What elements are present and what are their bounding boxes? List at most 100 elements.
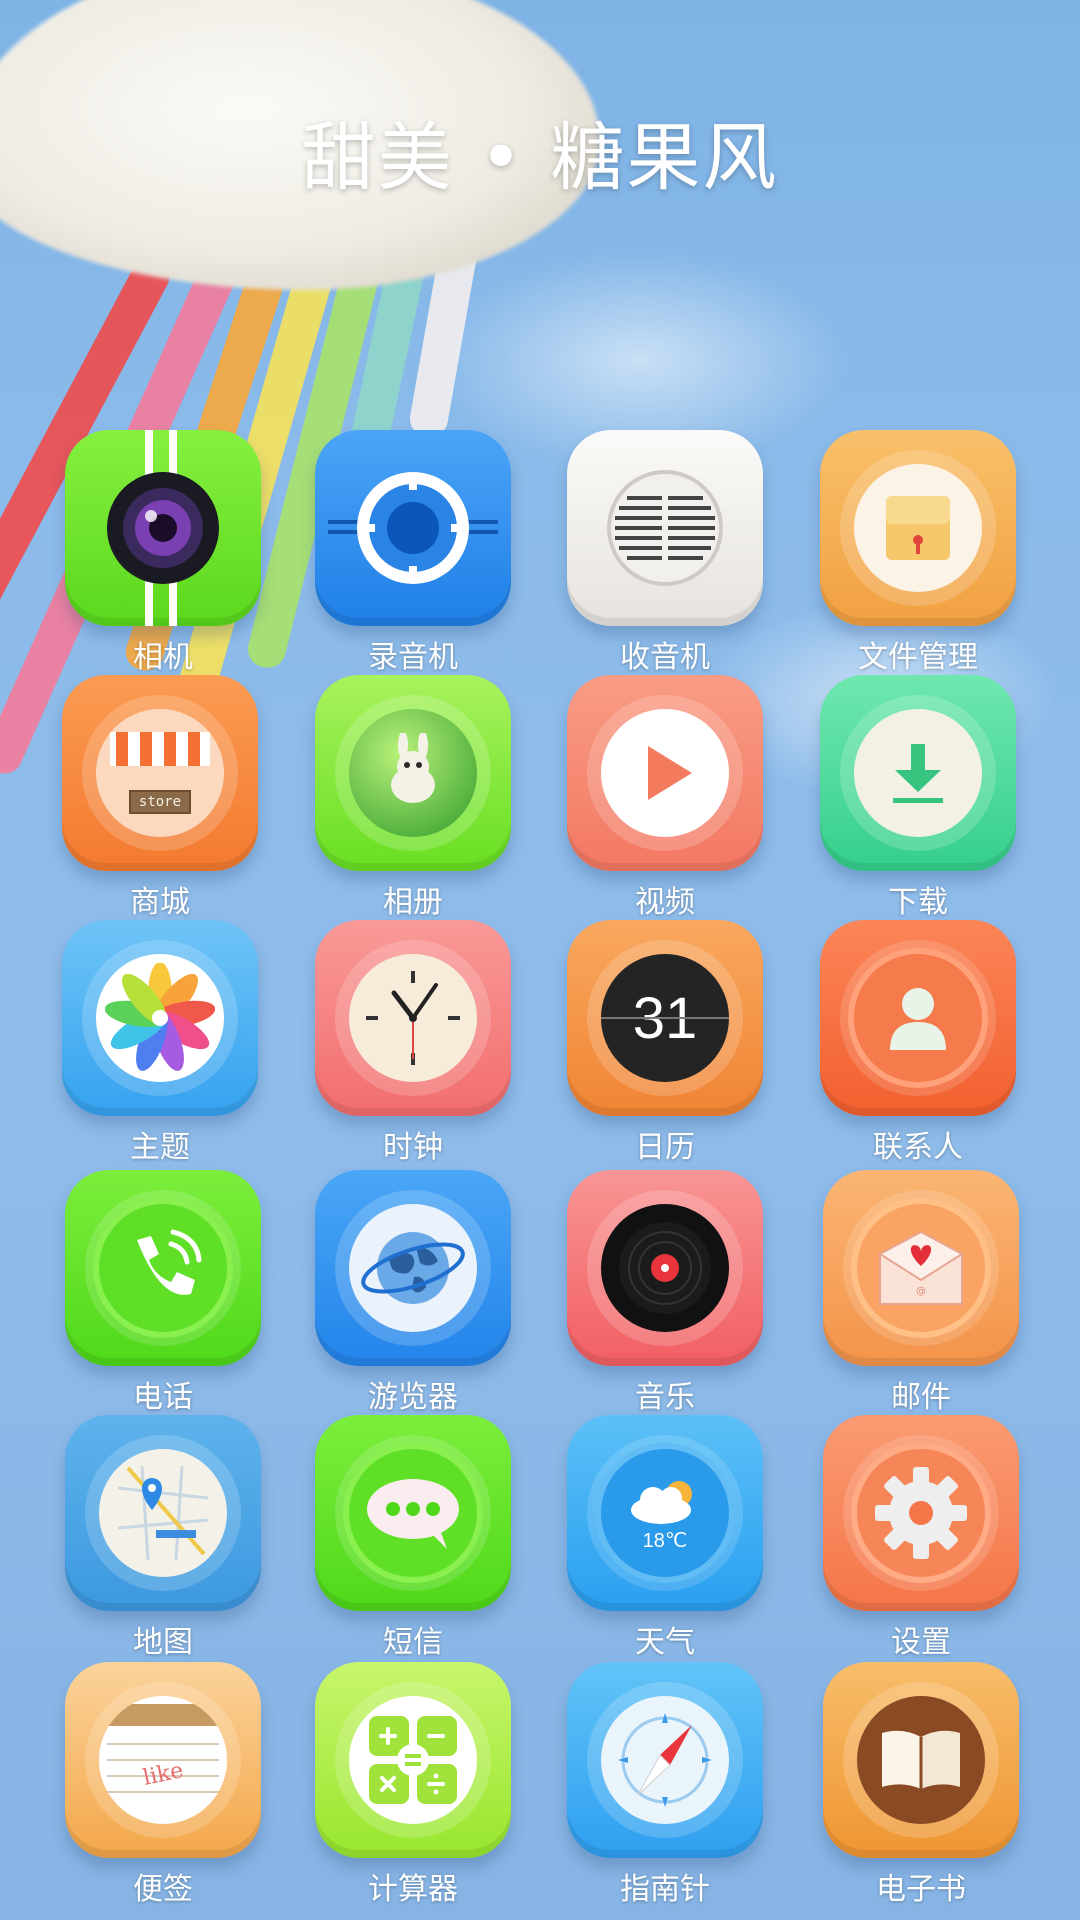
app-tile[interactable]: 31 (567, 920, 763, 1116)
app-video[interactable]: 视频 (550, 675, 780, 925)
app-tile[interactable] (820, 675, 1016, 871)
mail-icon: @ (857, 1204, 985, 1332)
app-tile[interactable] (820, 920, 1016, 1116)
theme-flower-icon (96, 954, 224, 1082)
app-ebook[interactable]: 电子书 (806, 1662, 1036, 1912)
app-label: 录音机 (368, 640, 458, 675)
app-tile[interactable] (315, 430, 511, 626)
app-tile[interactable] (315, 1415, 511, 1611)
app-label: 邮件 (891, 1380, 951, 1415)
ebook-icon (857, 1696, 985, 1824)
gear-icon (857, 1449, 985, 1577)
music-record-icon (601, 1204, 729, 1332)
camera-icon (103, 468, 223, 588)
app-phone[interactable]: 电话 (48, 1170, 278, 1420)
map-icon (99, 1449, 227, 1577)
app-tile[interactable] (65, 1170, 261, 1366)
app-tile[interactable] (65, 1415, 261, 1611)
app-label: 联系人 (873, 1130, 963, 1165)
app-browser[interactable]: 游览器 (298, 1170, 528, 1420)
app-tile[interactable] (567, 1662, 763, 1858)
app-tile[interactable] (315, 920, 511, 1116)
calculator-icon (349, 1696, 477, 1824)
app-clock[interactable]: 时钟 (298, 920, 528, 1170)
app-file-manager[interactable]: 文件管理 (803, 430, 1033, 680)
app-tile[interactable]: @ (823, 1170, 1019, 1366)
app-tile[interactable] (820, 430, 1016, 626)
app-label: 游览器 (368, 1380, 458, 1415)
compass-icon (601, 1696, 729, 1824)
contact-icon (854, 954, 982, 1082)
app-tile[interactable] (315, 1662, 511, 1858)
app-label: 收音机 (620, 640, 710, 675)
app-tile[interactable] (567, 1170, 763, 1366)
app-album[interactable]: 相册 (298, 675, 528, 925)
app-tile[interactable] (315, 1170, 511, 1366)
app-label: 商城 (130, 885, 190, 920)
app-mail[interactable]: @ 邮件 (806, 1170, 1036, 1420)
app-label: 视频 (635, 885, 695, 920)
app-contacts[interactable]: 联系人 (803, 920, 1033, 1170)
app-label: 短信 (383, 1625, 443, 1660)
app-recorder[interactable]: 录音机 (298, 430, 528, 680)
app-label: 日历 (635, 1130, 695, 1165)
app-label: 文件管理 (858, 640, 978, 675)
app-tile[interactable] (62, 920, 258, 1116)
app-music[interactable]: 音乐 (550, 1170, 780, 1420)
message-icon (349, 1449, 477, 1577)
app-weather[interactable]: 18℃ 天气 (550, 1415, 780, 1665)
app-download[interactable]: 下载 (803, 675, 1033, 925)
app-label: 设置 (891, 1625, 951, 1660)
app-tile[interactable]: store (62, 675, 258, 871)
app-notes[interactable]: like 便签 (48, 1662, 278, 1912)
app-label: 相册 (383, 885, 443, 920)
app-label: 计算器 (368, 1872, 458, 1907)
app-tile[interactable] (567, 430, 763, 626)
app-label: 电话 (133, 1380, 193, 1415)
wallpaper-title: 甜美 • 糖果风 (301, 115, 779, 201)
browser-globe-icon (349, 1204, 477, 1332)
album-icon (349, 709, 477, 837)
app-label: 下载 (888, 885, 948, 920)
weather-icon: 18℃ (601, 1449, 729, 1577)
app-label: 指南针 (620, 1872, 710, 1907)
app-settings[interactable]: 设置 (806, 1415, 1036, 1665)
app-label: 相机 (133, 640, 193, 675)
notes-icon: like (99, 1696, 227, 1824)
svg-text:@: @ (916, 1286, 926, 1297)
app-messages[interactable]: 短信 (298, 1415, 528, 1665)
app-tile[interactable] (823, 1662, 1019, 1858)
app-label: 音乐 (635, 1380, 695, 1415)
app-tile[interactable] (65, 430, 261, 626)
download-icon (854, 709, 982, 837)
radio-icon (605, 468, 725, 588)
app-label: 主题 (130, 1130, 190, 1165)
folder-icon (854, 464, 982, 592)
app-camera[interactable]: 相机 (48, 430, 278, 680)
app-theme[interactable]: 主题 (45, 920, 275, 1170)
app-calendar[interactable]: 31 日历 (550, 920, 780, 1170)
app-tile[interactable] (823, 1415, 1019, 1611)
recorder-icon (328, 468, 498, 588)
app-label: 地图 (133, 1625, 193, 1660)
app-tile[interactable]: 18℃ (567, 1415, 763, 1611)
calendar-icon: 31 (601, 954, 729, 1082)
app-label: 时钟 (383, 1130, 443, 1165)
app-tile[interactable] (315, 675, 511, 871)
app-label: 电子书 (876, 1872, 966, 1907)
app-label: 便签 (133, 1872, 193, 1907)
app-tile[interactable] (567, 675, 763, 871)
app-tile[interactable]: like (65, 1662, 261, 1858)
app-radio[interactable]: 收音机 (550, 430, 780, 680)
store-sign: store (128, 790, 192, 814)
app-compass[interactable]: 指南针 (550, 1662, 780, 1912)
app-calculator[interactable]: 计算器 (298, 1662, 528, 1912)
app-label: 天气 (635, 1625, 695, 1660)
app-store[interactable]: store 商城 (45, 675, 275, 925)
clock-icon (349, 954, 477, 1082)
weather-temp: 18℃ (642, 1529, 688, 1552)
phone-icon (99, 1204, 227, 1332)
app-map[interactable]: 地图 (48, 1415, 278, 1665)
play-icon (601, 709, 729, 837)
store-icon: store (96, 709, 224, 837)
